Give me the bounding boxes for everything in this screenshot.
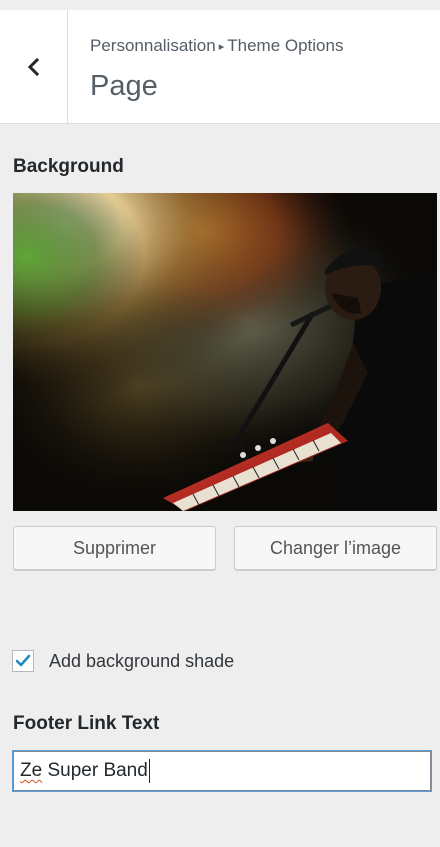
misspelled-word: Ze	[20, 760, 43, 781]
background-shade-checkbox[interactable]	[12, 650, 34, 672]
top-strip	[0, 0, 440, 10]
page-title: Page	[90, 70, 158, 102]
remove-image-button[interactable]: Supprimer	[13, 526, 216, 570]
back-button[interactable]	[0, 10, 68, 123]
change-image-button[interactable]: Changer l’image	[234, 526, 437, 570]
breadcrumb: Personnalisation ▸ Theme Options	[90, 36, 343, 56]
section-header: Personnalisation ▸ Theme Options Page	[0, 10, 440, 124]
background-image-preview	[13, 193, 437, 511]
background-shade-label[interactable]: Add background shade	[49, 651, 234, 672]
footer-link-text-input[interactable]: Ze Super Band	[13, 751, 431, 791]
footer-link-text-title: Footer Link Text	[13, 713, 160, 734]
breadcrumb-separator-icon: ▸	[218, 41, 225, 53]
concert-photo-image	[13, 193, 437, 511]
breadcrumb-parent: Personnalisation	[90, 36, 216, 55]
chevron-left-icon	[27, 57, 39, 76]
input-value-rest: Super Band	[42, 760, 148, 781]
background-section-title: Background	[13, 156, 124, 177]
background-shade-option: Add background shade	[12, 650, 234, 672]
text-caret	[148, 759, 150, 783]
breadcrumb-current: Theme Options	[227, 36, 344, 55]
checkmark-icon	[15, 654, 31, 667]
